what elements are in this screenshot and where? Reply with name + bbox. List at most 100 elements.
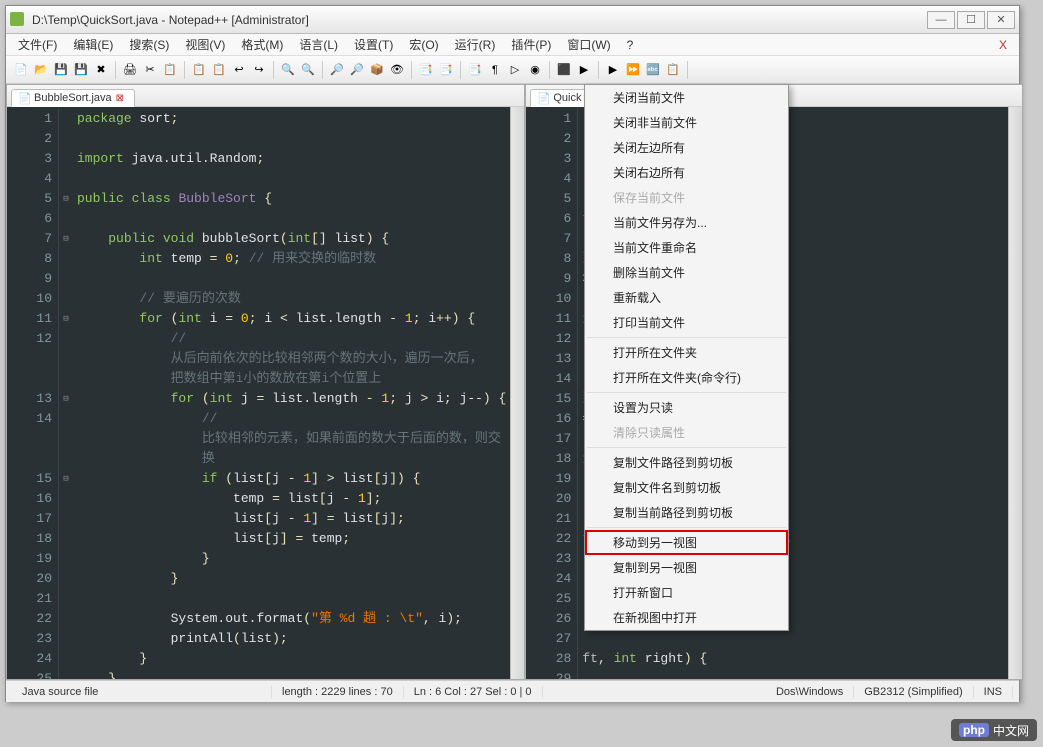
toolbar-button-26[interactable]: ▶ [604, 61, 622, 79]
fold-marker[interactable] [59, 169, 73, 189]
fold-marker[interactable] [59, 649, 73, 669]
toolbar-button-4[interactable]: ✖ [92, 61, 110, 79]
fold-marker[interactable] [59, 669, 73, 679]
context-menu-item[interactable]: 关闭非当前文件 [585, 110, 788, 135]
fold-marker[interactable] [59, 569, 73, 589]
menu-window[interactable]: 窗口(W) [559, 34, 618, 55]
maximize-button[interactable]: ☐ [957, 11, 985, 29]
fold-marker[interactable]: ⊟ [59, 189, 73, 209]
code-line[interactable]: for (int i = 0; i < list.length - 1; i++… [77, 309, 506, 329]
fold-marker[interactable] [59, 129, 73, 149]
menu-plugins[interactable]: 插件(P) [503, 34, 559, 55]
left-editor[interactable]: 1234567891011121314151617181920212223242… [7, 107, 524, 679]
left-code[interactable]: package sort;import java.util.Random;pub… [73, 107, 510, 679]
tab-close-icon[interactable]: ⊠ [116, 93, 126, 103]
toolbar-button-15[interactable]: 🔎 [348, 61, 366, 79]
context-menu-item[interactable]: 当前文件重命名 [585, 235, 788, 260]
menu-file[interactable]: 文件(F) [10, 34, 65, 55]
toolbar-button-9[interactable]: 📋 [210, 61, 228, 79]
fold-marker[interactable] [59, 209, 73, 229]
toolbar-button-21[interactable]: ¶ [486, 61, 504, 79]
toolbar-button-18[interactable]: 📑 [417, 61, 435, 79]
right-scrollbar[interactable] [1008, 107, 1022, 679]
code-line[interactable]: 比较相邻的元素，如果前面的数大于后面的数，则交 [77, 429, 506, 449]
menu-run[interactable]: 运行(R) [447, 34, 504, 55]
fold-marker[interactable] [59, 369, 73, 389]
fold-marker[interactable]: ⊟ [59, 309, 73, 329]
fold-marker[interactable] [59, 629, 73, 649]
context-menu-item[interactable]: 关闭右边所有 [585, 160, 788, 185]
fold-marker[interactable] [59, 609, 73, 629]
code-line[interactable] [77, 169, 506, 189]
code-line[interactable]: } [77, 549, 506, 569]
code-line[interactable]: 把数组中第i小的数放在第i个位置上 [77, 369, 506, 389]
context-menu-item[interactable]: 打开所在文件夹 [585, 340, 788, 365]
context-menu-item[interactable]: 在新视图中打开 [585, 605, 788, 630]
code-line[interactable] [77, 209, 506, 229]
toolbar-button-28[interactable]: 🔤 [644, 61, 662, 79]
code-line[interactable]: System.out.format("第 %d 趟 : \t", i); [77, 609, 506, 629]
left-scrollbar[interactable] [510, 107, 524, 679]
code-line[interactable] [77, 589, 506, 609]
toolbar-button-0[interactable]: 📄 [12, 61, 30, 79]
code-line[interactable]: int temp = 0; // 用来交换的临时数 [77, 249, 506, 269]
menu-help[interactable]: ? [619, 36, 642, 54]
toolbar-button-1[interactable]: 📂 [32, 61, 50, 79]
close-button[interactable]: ✕ [987, 11, 1015, 29]
fold-marker[interactable]: ⊟ [59, 229, 73, 249]
context-menu-item[interactable]: 重新载入 [585, 285, 788, 310]
toolbar-button-6[interactable]: ✂ [141, 61, 159, 79]
fold-marker[interactable]: ⊟ [59, 469, 73, 489]
code-line[interactable] [582, 629, 1003, 649]
menu-language[interactable]: 语言(L) [291, 34, 346, 55]
fold-marker[interactable]: ⊟ [59, 389, 73, 409]
fold-marker[interactable] [59, 289, 73, 309]
code-line[interactable]: import java.util.Random; [77, 149, 506, 169]
code-line[interactable]: 从后向前依次的比较相邻两个数的大小，遍历一次后， [77, 349, 506, 369]
tab-quicksort[interactable]: 📄 Quick [530, 89, 590, 107]
context-menu-item[interactable]: 打印当前文件 [585, 310, 788, 335]
code-line[interactable]: if (list[j - 1] > list[j]) { [77, 469, 506, 489]
code-line[interactable]: // [77, 409, 506, 429]
toolbar-button-3[interactable]: 💾 [72, 61, 90, 79]
code-line[interactable]: printAll(list); [77, 629, 506, 649]
toolbar-button-24[interactable]: ⬛ [555, 61, 573, 79]
context-menu-item[interactable]: 当前文件另存为... [585, 210, 788, 235]
code-line[interactable]: public class BubbleSort { [77, 189, 506, 209]
code-line[interactable]: list[j - 1] = list[j]; [77, 509, 506, 529]
toolbar-button-7[interactable]: 📋 [161, 61, 179, 79]
fold-marker[interactable] [59, 549, 73, 569]
code-line[interactable]: // [77, 329, 506, 349]
context-menu-item[interactable]: 移动到另一视图 [585, 530, 788, 555]
menu-view[interactable]: 视图(V) [177, 34, 233, 55]
code-line[interactable] [582, 669, 1003, 679]
fold-marker[interactable] [59, 109, 73, 129]
code-line[interactable] [77, 129, 506, 149]
code-line[interactable]: public void bubbleSort(int[] list) { [77, 229, 506, 249]
code-line[interactable]: temp = list[j - 1]; [77, 489, 506, 509]
fold-marker[interactable] [59, 329, 73, 349]
toolbar-button-22[interactable]: ▷ [506, 61, 524, 79]
toolbar-button-23[interactable]: ◉ [526, 61, 544, 79]
context-menu-item[interactable]: 复制当前路径到剪切板 [585, 500, 788, 525]
toolbar-button-8[interactable]: 📋 [190, 61, 208, 79]
code-line[interactable]: } [77, 669, 506, 679]
fold-marker[interactable] [59, 589, 73, 609]
fold-marker[interactable] [59, 529, 73, 549]
toolbar-button-14[interactable]: 🔎 [328, 61, 346, 79]
code-line[interactable]: } [77, 569, 506, 589]
code-line[interactable]: ft, int right) { [582, 649, 1003, 669]
fold-marker[interactable] [59, 509, 73, 529]
code-line[interactable]: } [77, 649, 506, 669]
fold-marker[interactable] [59, 149, 73, 169]
code-line[interactable]: list[j] = temp; [77, 529, 506, 549]
menu-format[interactable]: 格式(M) [233, 34, 291, 55]
context-menu-item[interactable]: 设置为只读 [585, 395, 788, 420]
toolbar-button-20[interactable]: 📑 [466, 61, 484, 79]
fold-marker[interactable] [59, 269, 73, 289]
tab-bubblesort[interactable]: 📄 BubbleSort.java ⊠ [11, 89, 135, 107]
menu-settings[interactable]: 设置(T) [346, 34, 401, 55]
toolbar-button-25[interactable]: ▶ [575, 61, 593, 79]
toolbar-button-11[interactable]: ↪ [250, 61, 268, 79]
fold-marker[interactable] [59, 409, 73, 429]
